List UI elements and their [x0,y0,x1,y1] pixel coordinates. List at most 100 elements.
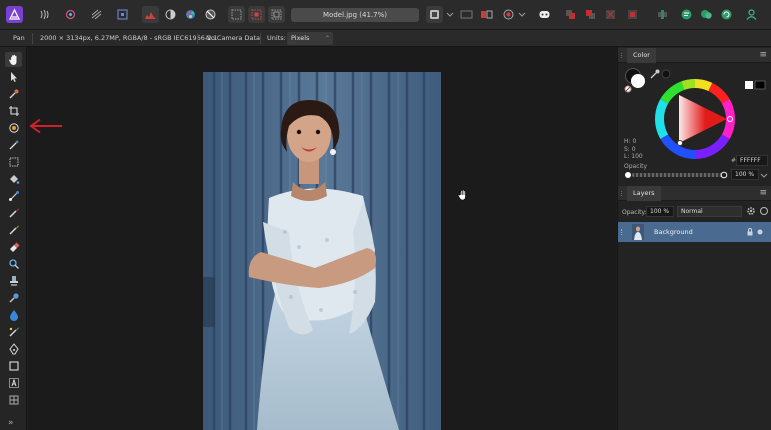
assistant-dropdown-icon[interactable] [518,6,526,23]
hex-input[interactable]: FFFFFF [736,155,768,166]
arrange-top-icon[interactable] [624,6,641,23]
pan-tool-icon[interactable] [5,52,22,67]
user-account-icon[interactable] [743,6,760,23]
rectangle-tool-icon[interactable] [5,358,22,373]
selection-brush-tool-icon[interactable] [5,120,22,135]
persona-tone-mapping-icon[interactable] [88,6,105,23]
persona-develop-icon[interactable] [36,6,53,23]
persona-export-icon[interactable] [114,6,131,23]
selection-marquee-icon[interactable] [228,6,245,23]
hand-cursor-icon [457,189,466,201]
auto-levels-icon[interactable] [162,6,179,23]
lock-icon[interactable] [746,228,754,236]
assistant-icon[interactable] [500,6,517,23]
document-canvas[interactable] [28,47,616,430]
auto-white-balance-icon[interactable] [202,6,219,23]
opacity-dropdown-icon[interactable] [760,170,768,180]
color-opacity-input[interactable]: 100 % [731,169,759,180]
primary-secondary-swatch[interactable] [745,79,767,91]
lightness-value: L: 100 [624,153,643,160]
layer-visible-dot-icon[interactable] [756,228,764,236]
context-toolbar: Pan 2000 × 3134px, 6.27MP, RGBA/8 - sRGB… [0,30,771,47]
persona-liquify-icon[interactable] [62,6,79,23]
units-label: Units: [267,34,286,42]
arrange-forward-icon[interactable] [582,6,599,23]
pen-tool-icon[interactable] [5,341,22,356]
flood-select-tool-icon[interactable] [5,137,22,152]
units-select[interactable]: Pixels [287,32,333,45]
view-mode-icon[interactable] [426,6,443,23]
mirror-view-icon[interactable] [478,6,495,23]
studio-messages-icon[interactable] [698,6,715,23]
layer-opacity-label: Opacity: [622,209,647,216]
layer-settings-gear-icon[interactable] [746,206,756,216]
selection-deselect-icon[interactable] [268,6,285,23]
color-opacity-slider[interactable] [632,173,724,177]
right-studio-panels: Color ≡ H: 0 S: 0 L: 100 # FFFFFF Opacit… [617,47,771,430]
expand-toolbox-icon[interactable]: » [8,418,14,428]
panel-menu-icon[interactable]: ≡ [759,188,767,198]
clone-tool-icon[interactable] [5,273,22,288]
tab-layers[interactable]: Layers [627,186,661,201]
divider [260,33,261,44]
arrange-back-icon[interactable] [562,6,579,23]
opacity-slider-handle[interactable] [720,171,728,179]
document-title[interactable]: Model.jpg (41.7%) [291,8,419,22]
auto-contrast-icon[interactable] [182,6,199,23]
tab-color[interactable]: Color [627,48,656,63]
panel-menu-icon[interactable]: ≡ [759,50,767,60]
studio-refresh-icon[interactable] [718,6,735,23]
fill-tool-icon[interactable] [5,171,22,186]
panel-grip-icon[interactable] [621,53,624,58]
paint-brush-tool-icon[interactable] [5,205,22,220]
dodge-tool-icon[interactable] [5,256,22,271]
saturation-value: S: 0 [624,145,636,153]
quick-mask-icon[interactable] [536,6,553,23]
color-panel-header: Color ≡ [618,48,771,63]
studio-chat-icon[interactable] [678,6,695,23]
gradient-tool-icon[interactable] [5,188,22,203]
hsl-readout: H: 0 S: 0 L: 100 [624,138,643,161]
pixel-tool-icon[interactable] [5,222,22,237]
histogram-icon[interactable] [142,6,159,23]
color-opacity-label: Opacity [624,163,648,170]
annotation-arrow-icon [29,118,62,134]
selection-invert-icon[interactable] [248,6,265,23]
tools-panel: » [0,47,27,430]
blur-tool-icon[interactable] [5,307,22,322]
app-logo-icon[interactable] [6,6,23,23]
snapping-icon[interactable] [654,6,671,23]
mesh-warp-tool-icon[interactable] [5,392,22,407]
layer-visibility-icon[interactable] [759,206,769,216]
layers-panel-header: Layers ≡ [618,186,771,201]
document-info: 2000 × 3134px, 6.27MP, RGBA/8 - sRGB IEC… [40,34,218,42]
blend-mode-select[interactable]: Normal [677,206,742,217]
layer-thumbnail [632,224,644,240]
arrange-front-icon[interactable] [602,6,619,23]
marquee-tool-icon[interactable] [5,154,22,169]
layer-row[interactable]: Background [618,222,771,242]
divider [197,33,198,44]
top-toolbar: Model.jpg (41.7%) [0,0,771,30]
camera-data-label: No Camera Data [206,34,260,42]
view-mode-dropdown-icon[interactable] [446,6,454,23]
move-tool-icon[interactable] [5,69,22,84]
healing-brush-tool-icon[interactable] [5,324,22,339]
panel-grip-icon[interactable] [621,191,624,196]
opacity-min-icon [625,172,631,178]
current-tool-label: Pan [13,34,25,42]
text-tool-icon[interactable] [5,375,22,390]
layer-drag-handle-icon[interactable] [621,229,624,235]
eraser-tool-icon[interactable] [5,239,22,254]
layer-opacity-input[interactable]: 100 % [646,206,674,217]
split-view-icon[interactable] [458,6,475,23]
smudge-tool-icon[interactable] [5,290,22,305]
fill-stroke-swatches[interactable] [624,67,648,93]
divider [32,33,33,44]
document-photo [203,72,441,430]
color-wheel[interactable] [653,77,737,161]
hue-value: H: 0 [624,138,637,145]
crop-tool-icon[interactable] [5,103,22,118]
layer-name: Background [654,228,693,236]
color-picker-tool-icon[interactable] [5,86,22,101]
